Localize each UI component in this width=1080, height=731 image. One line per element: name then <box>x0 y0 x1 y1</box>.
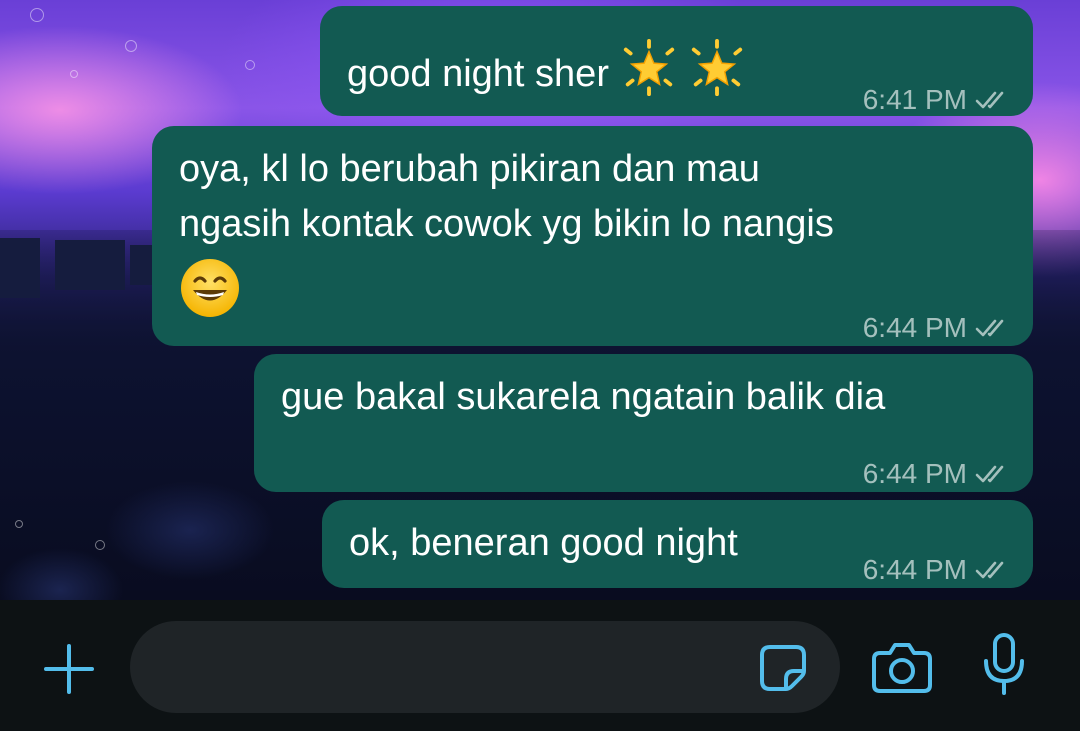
message-meta: 6:44 PM <box>863 446 1011 501</box>
message-input[interactable] <box>130 621 840 713</box>
grinning-face-icon <box>181 259 239 317</box>
message-time: 6:44 PM <box>862 312 967 343</box>
message-text-line: ngasih kontak cowok yg bikin lo nangis <box>179 203 834 245</box>
outgoing-message[interactable]: good night sher 6:41 PM <box>320 6 1033 116</box>
glowing-star-icon <box>691 38 743 96</box>
message-meta: 6:44 PM <box>863 542 1011 597</box>
message-time: 6:41 PM <box>862 84 967 115</box>
plus-icon <box>44 644 94 694</box>
message-text: ok, beneran good night <box>349 522 738 564</box>
message-text: good night sher <box>347 53 609 95</box>
outgoing-message[interactable]: ok, beneran good night 6:44 PM <box>322 500 1033 588</box>
message-time: 6:44 PM <box>862 554 967 585</box>
double-check-icon <box>975 561 1004 578</box>
double-check-icon <box>975 91 1004 108</box>
microphone-button[interactable] <box>978 630 1030 700</box>
message-time: 6:44 PM <box>862 458 967 489</box>
outgoing-message[interactable]: gue bakal sukarela ngatain balik dia 6:4… <box>254 354 1033 492</box>
message-meta: 6:44 PM <box>863 300 1011 355</box>
message-meta: 6:41 PM <box>863 72 1011 127</box>
double-check-icon <box>975 319 1004 336</box>
attach-button[interactable] <box>40 640 98 698</box>
glowing-star-icon <box>623 38 674 96</box>
message-text-row: good night sher <box>347 38 746 102</box>
microphone-icon <box>984 633 1024 695</box>
camera-icon <box>872 643 932 693</box>
double-check-icon <box>975 465 1004 482</box>
sticker-icon <box>760 645 806 691</box>
sticker-button[interactable] <box>755 640 811 696</box>
outgoing-message[interactable]: oya, kl lo berubah pikiran dan mau ngasi… <box>152 126 1033 346</box>
message-text-line: oya, kl lo berubah pikiran dan mau <box>179 148 760 190</box>
message-list: good night sher 6:41 PM oya, kl lo berub… <box>0 0 1080 600</box>
message-text-block: oya, kl lo berubah pikiran dan mau ngasi… <box>179 142 834 319</box>
message-text: gue bakal sukarela ngatain balik dia <box>281 376 886 418</box>
camera-button[interactable] <box>868 634 936 698</box>
